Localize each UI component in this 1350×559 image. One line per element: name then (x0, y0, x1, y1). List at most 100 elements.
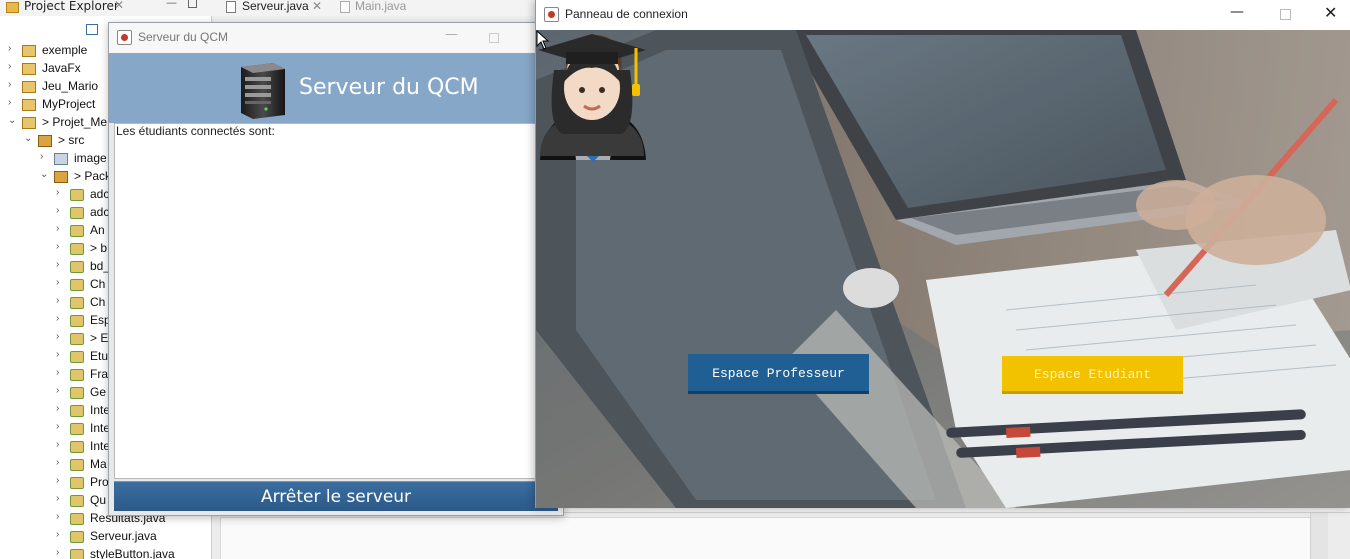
chevron-right-icon[interactable]: › (56, 457, 66, 468)
server-window: Serveur du QCM — Serveur du QCM Les étud… (108, 22, 564, 516)
tree-item-label: Fra (90, 367, 108, 381)
java-file-icon (70, 261, 84, 273)
tree-item-label: Inte (90, 421, 111, 435)
connected-students-area[interactable]: Les étudiants connectés sont: (114, 123, 554, 479)
login-window-titlebar[interactable]: Panneau de connexion — ✕ (536, 0, 1350, 30)
chevron-right-icon[interactable]: › (56, 529, 66, 540)
tree-item-label: Ch (90, 277, 106, 291)
chevron-right-icon[interactable]: › (40, 151, 50, 162)
chevron-right-icon[interactable]: › (56, 385, 66, 396)
tree-item-label: Inte (90, 403, 111, 417)
java-app-icon (117, 30, 132, 45)
java-app-icon (544, 7, 559, 22)
chevron-right-icon[interactable]: › (8, 79, 18, 90)
java-file-icon (70, 207, 84, 219)
maximize-icon[interactable] (188, 0, 197, 8)
student-space-button[interactable]: Espace Etudiant (1002, 356, 1183, 394)
tree-item-label: MyProject (42, 97, 96, 111)
project-explorer-tab[interactable]: Project Explorer ✕ — (0, 0, 212, 16)
project-icon (22, 63, 36, 75)
chevron-right-icon[interactable]: › (56, 547, 66, 558)
chevron-right-icon[interactable]: › (56, 493, 66, 504)
tree-item-label: Ge (90, 385, 107, 399)
collapse-all-icon[interactable] (86, 24, 98, 35)
server-heading: Serveur du QCM (299, 75, 479, 100)
java-file-icon (70, 387, 84, 399)
login-window: Panneau de connexion — ✕ Espace Professe… (535, 0, 1350, 508)
chevron-right-icon[interactable]: › (56, 403, 66, 414)
java-file-icon (70, 189, 84, 201)
chevron-right-icon[interactable]: › (56, 277, 66, 288)
tab-serveur-java[interactable]: Serveur.java (242, 0, 309, 13)
minimize-icon[interactable]: — (1230, 4, 1244, 20)
java-file-icon (70, 351, 84, 363)
chevron-down-icon[interactable]: ⌄ (8, 115, 18, 126)
chevron-right-icon[interactable]: › (56, 259, 66, 270)
chevron-right-icon[interactable]: › (8, 43, 18, 54)
minimize-icon[interactable]: — (166, 0, 177, 9)
chevron-right-icon[interactable]: › (56, 349, 66, 360)
java-file-icon (340, 1, 350, 13)
tree-item-label: JavaFx (42, 61, 81, 75)
tree-item-label: Qu (90, 493, 107, 507)
tab-main-java[interactable]: Main.java (355, 0, 406, 13)
tree-item-label: Etu (90, 349, 109, 363)
project-icon (22, 117, 36, 129)
desktop: Project Explorer ✕ — › exemple › JavaFx › Jeu… (0, 0, 1350, 559)
chevron-right-icon[interactable]: › (56, 295, 66, 306)
tree-item-label: > E (90, 331, 109, 345)
chevron-right-icon[interactable]: › (8, 61, 18, 72)
close-icon[interactable]: ✕ (312, 0, 322, 13)
java-file-icon (70, 549, 84, 559)
java-file-icon (70, 279, 84, 291)
chevron-right-icon[interactable]: › (56, 511, 66, 522)
java-file-icon (70, 405, 84, 417)
close-icon[interactable]: ✕ (1324, 3, 1337, 22)
server-window-title: Serveur du QCM (138, 30, 229, 44)
tree-item-label: > Pack (74, 169, 112, 183)
tree-item-label: An (90, 223, 105, 237)
chevron-right-icon[interactable]: › (56, 331, 66, 342)
project-icon (22, 81, 36, 93)
java-file-icon (70, 225, 84, 237)
maximize-icon[interactable] (1280, 9, 1291, 20)
graduate-student-avatar-icon (538, 34, 646, 156)
chevron-down-icon[interactable]: ⌄ (24, 133, 34, 144)
chevron-right-icon[interactable]: › (56, 421, 66, 432)
tree-item-label: > src (58, 133, 85, 147)
professor-space-button[interactable]: Espace Professeur (688, 354, 869, 394)
chevron-right-icon[interactable]: › (8, 97, 18, 108)
image-package-icon (54, 153, 68, 165)
tree-item-label: Jeu_Mario (42, 79, 99, 93)
vertical-scrollbar[interactable] (1310, 513, 1328, 559)
login-window-title: Panneau de connexion (565, 7, 688, 21)
chevron-right-icon[interactable]: › (56, 367, 66, 378)
close-icon[interactable]: ✕ (114, 0, 124, 12)
server-window-titlebar[interactable]: Serveur du QCM — (109, 23, 563, 53)
tree-item-label: adc (90, 187, 110, 201)
java-file-icon (70, 531, 84, 543)
chevron-right-icon[interactable]: › (56, 313, 66, 324)
tree-item-label: Inte (90, 439, 111, 453)
chevron-right-icon[interactable]: › (56, 475, 66, 486)
tree-item-label: Serveur.java (90, 529, 157, 543)
java-file-icon (70, 315, 84, 327)
tree-item-label: Ma (90, 457, 107, 471)
java-file-icon (70, 513, 84, 525)
tree-item-label: exemple (42, 43, 88, 57)
java-file-icon (70, 477, 84, 489)
stop-server-button[interactable]: Arrêter le serveur (114, 481, 558, 511)
chevron-down-icon[interactable]: ⌄ (40, 169, 50, 180)
tree-item-label: styleButton.java (90, 547, 175, 559)
server-header-banner: Serveur du QCM (109, 53, 563, 123)
chevron-right-icon[interactable]: › (56, 205, 66, 216)
chevron-right-icon[interactable]: › (56, 223, 66, 234)
chevron-right-icon[interactable]: › (56, 439, 66, 450)
desk-laptop-background-image: Espace Professeur Espace Etudiant (536, 30, 1350, 508)
minimize-icon[interactable]: — (445, 27, 458, 42)
maximize-icon[interactable] (489, 33, 499, 43)
chevron-right-icon[interactable]: › (56, 187, 66, 198)
java-file-icon (70, 459, 84, 471)
project-explorer-tab-label: Project Explorer (24, 0, 119, 13)
chevron-right-icon[interactable]: › (56, 241, 66, 252)
